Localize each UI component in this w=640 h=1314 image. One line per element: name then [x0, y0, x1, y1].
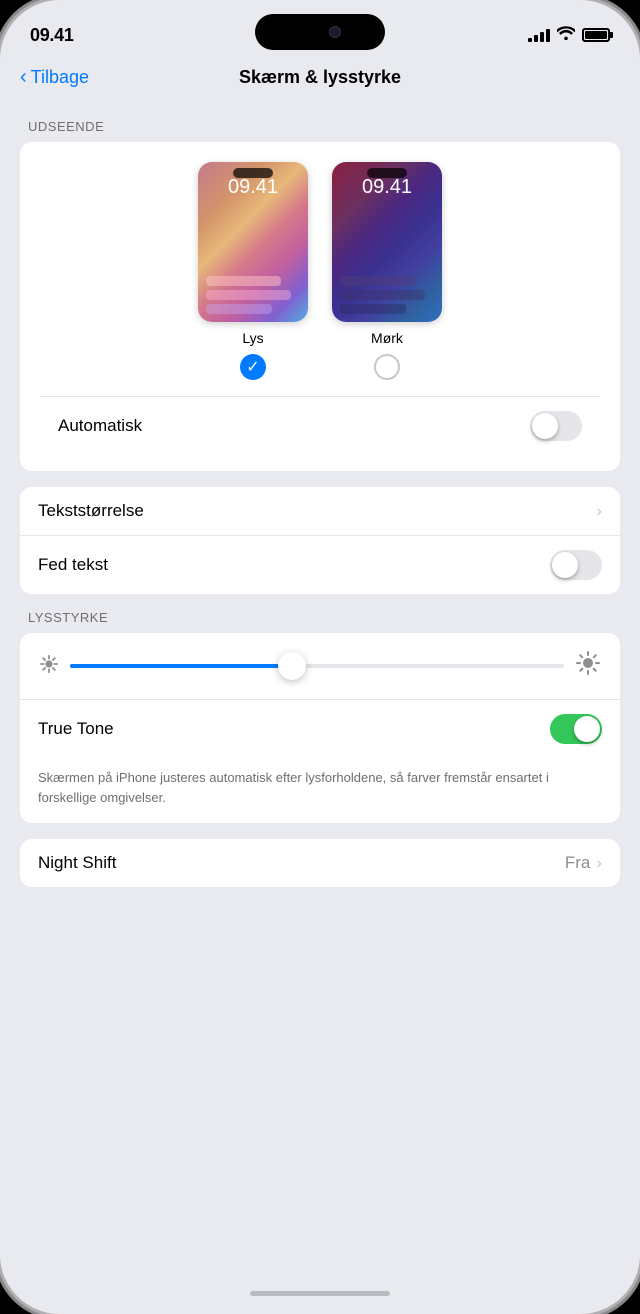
light-preview: 09.41: [198, 162, 308, 322]
toggle-thumb: [574, 716, 600, 742]
appearance-option-dark[interactable]: 09.41 Mørk: [332, 162, 442, 380]
status-icons: [528, 26, 610, 44]
dynamic-island: [255, 14, 385, 50]
back-chevron-icon: ‹: [20, 66, 27, 89]
signal-bar-1: [528, 38, 532, 42]
home-indicator: [0, 1280, 640, 1314]
dark-label: Mørk: [371, 330, 403, 346]
screen: 09.41 ‹ Tilbage: [0, 0, 640, 1314]
dark-preview: 09.41: [332, 162, 442, 322]
light-label: Lys: [242, 330, 263, 346]
nav-bar: ‹ Tilbage Skærm & lysstyrke: [0, 60, 640, 103]
true-tone-toggle[interactable]: [550, 714, 602, 744]
signal-bar-4: [546, 29, 550, 42]
preview-bar: [340, 276, 415, 286]
toggle-thumb: [552, 552, 578, 578]
night-shift-label: Night Shift: [38, 853, 116, 873]
text-size-label: Tekststørrelse: [38, 501, 144, 521]
preview-bar: [206, 290, 291, 300]
brightness-card: True Tone Skærmen på iPhone justeres aut…: [20, 633, 620, 823]
content-area: UDSEENDE 09.41: [0, 103, 640, 1280]
automatic-toggle[interactable]: [530, 411, 582, 441]
appearance-option-light[interactable]: 09.41 Lys ✓: [198, 162, 308, 380]
bold-toggle[interactable]: [550, 550, 602, 580]
brightness-dim-icon: [40, 655, 58, 678]
preview-bar: [340, 304, 406, 314]
signal-icon: [528, 28, 550, 42]
status-time: 09.41: [30, 25, 74, 46]
phone-frame: 09.41 ‹ Tilbage: [0, 0, 640, 1314]
chevron-right-icon: ›: [596, 853, 602, 873]
checkmark-icon: ✓: [246, 357, 259, 377]
back-label: Tilbage: [31, 67, 89, 88]
preview-bars-dark: [332, 268, 442, 322]
text-card: Tekststørrelse › Fed tekst: [20, 487, 620, 594]
brightness-section-label: LYSSTYRKE: [28, 610, 612, 625]
appearance-options: 09.41 Lys ✓: [40, 162, 600, 380]
brightness-bright-icon: [576, 651, 600, 681]
brightness-slider-row: [40, 651, 600, 681]
front-camera: [329, 26, 341, 38]
back-button[interactable]: ‹ Tilbage: [20, 66, 89, 89]
true-tone-row[interactable]: True Tone: [20, 700, 620, 758]
slider-thumb[interactable]: [278, 652, 306, 680]
home-bar: [250, 1291, 390, 1296]
slider-fill: [70, 664, 292, 668]
page-title: Skærm & lysstyrke: [239, 67, 401, 88]
automatic-row[interactable]: Automatisk: [40, 397, 600, 455]
light-radio[interactable]: ✓: [240, 354, 266, 380]
appearance-card: 09.41 Lys ✓: [20, 142, 620, 471]
bold-text-label: Fed tekst: [38, 555, 108, 575]
true-tone-label: True Tone: [38, 719, 114, 739]
wifi-icon: [557, 26, 575, 44]
night-shift-value-area: Fra ›: [565, 853, 602, 873]
night-shift-row[interactable]: Night Shift Fra ›: [20, 839, 620, 887]
preview-time-light: 09.41: [198, 176, 308, 199]
night-shift-card: Night Shift Fra ›: [20, 839, 620, 887]
dark-radio[interactable]: [374, 354, 400, 380]
signal-bar-2: [534, 35, 538, 42]
brightness-slider[interactable]: [70, 664, 564, 668]
appearance-section-label: UDSEENDE: [28, 119, 612, 134]
preview-bar: [206, 276, 281, 286]
preview-bar: [340, 290, 425, 300]
toggle-thumb: [532, 413, 558, 439]
battery-fill: [585, 31, 607, 39]
preview-time-dark: 09.41: [332, 176, 442, 199]
night-shift-value: Fra: [565, 853, 591, 873]
brightness-slider-area: [20, 633, 620, 699]
signal-bar-3: [540, 32, 544, 42]
preview-bar: [206, 304, 272, 314]
preview-bars-light: [198, 268, 308, 322]
text-size-row[interactable]: Tekststørrelse ›: [20, 487, 620, 535]
bold-text-row[interactable]: Fed tekst: [20, 536, 620, 594]
true-tone-description: Skærmen på iPhone justeres automatisk ef…: [20, 758, 620, 823]
automatic-label: Automatisk: [58, 416, 142, 436]
battery-icon: [582, 28, 610, 42]
chevron-right-icon: ›: [596, 501, 602, 521]
